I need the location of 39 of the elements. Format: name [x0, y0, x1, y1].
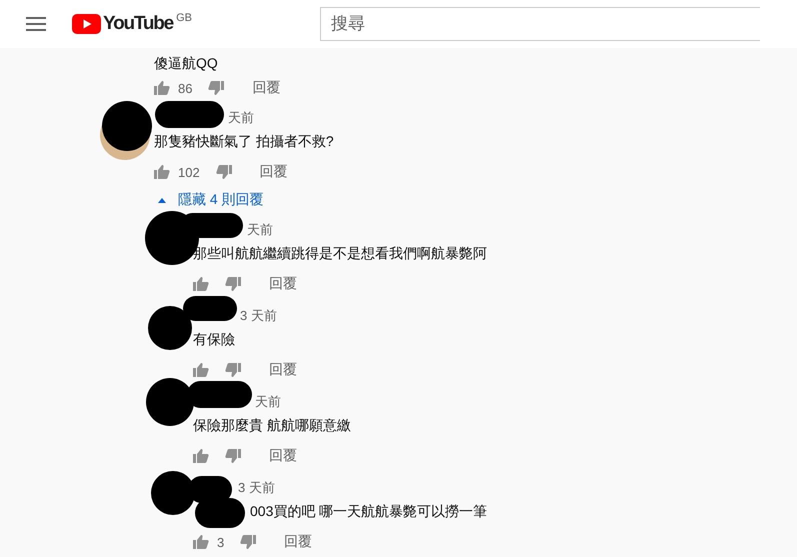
- thumbs-up-icon[interactable]: [193, 362, 209, 378]
- caret-icon: [158, 198, 166, 202]
- comment-time: 天前: [247, 221, 273, 239]
- hide-replies-link[interactable]: 隱藏 4 則回覆: [158, 188, 264, 212]
- like-count: 86: [178, 80, 192, 96]
- thumbs-down-icon[interactable]: [240, 534, 256, 550]
- thumbs-down-icon[interactable]: [225, 276, 241, 292]
- thumbs-down-icon[interactable]: [225, 448, 241, 464]
- reply-link[interactable]: 回覆: [269, 275, 297, 293]
- comment-text: 有保險: [193, 330, 235, 349]
- play-logo-icon[interactable]: [72, 14, 101, 34]
- like-count: 102: [178, 164, 200, 180]
- comment-time: 天前: [255, 393, 281, 411]
- comment-text: 保險那麼貴 航航哪願意繳: [193, 416, 351, 435]
- comment-text: 傻逼航QQ: [154, 54, 218, 73]
- thumbs-up-icon[interactable]: [154, 164, 170, 180]
- like-count: 3: [217, 534, 224, 550]
- reply-link[interactable]: 回覆: [252, 79, 280, 97]
- comment-text: 003買的吧 哪一天航航暴斃可以撈一筆: [250, 502, 488, 521]
- region-label: GB: [176, 13, 192, 24]
- reply-link[interactable]: 回覆: [269, 361, 297, 379]
- menu-icon[interactable]: [26, 16, 46, 32]
- comment-time: 3 天前: [238, 479, 275, 497]
- comment-text: 那隻豬快斷氣了 拍攝者不救?: [154, 132, 334, 151]
- thumbs-down-icon[interactable]: [225, 362, 241, 378]
- thumbs-up-icon[interactable]: [193, 534, 209, 550]
- thumbs-up-icon[interactable]: [193, 276, 209, 292]
- logo-text[interactable]: YouTube: [103, 13, 174, 35]
- thumbs-down-icon[interactable]: [216, 164, 232, 180]
- reply-link[interactable]: 回覆: [260, 163, 288, 181]
- search-field[interactable]: 搜尋: [320, 7, 760, 41]
- reply-link[interactable]: 回覆: [269, 447, 297, 465]
- comment-time: 3 天前: [240, 307, 277, 325]
- reply-link[interactable]: 回覆: [284, 533, 312, 551]
- thumbs-up-icon[interactable]: [154, 80, 170, 96]
- redaction-mark: [155, 101, 224, 128]
- comment-time: 天前: [228, 109, 254, 127]
- thumbs-up-icon[interactable]: [193, 448, 209, 464]
- thumbs-down-icon[interactable]: [208, 80, 224, 96]
